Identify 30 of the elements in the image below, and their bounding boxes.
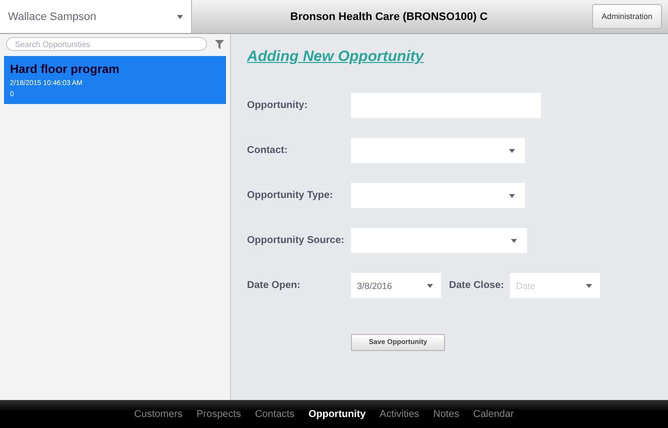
caret-icon <box>427 284 433 288</box>
user-select[interactable]: Wallace Sampson <box>0 0 192 33</box>
tab[interactable]: Contacts <box>254 408 294 420</box>
caret-icon <box>509 194 515 198</box>
tab[interactable]: Opportunity <box>308 408 366 420</box>
select-field[interactable] <box>351 183 525 208</box>
field-label: Date Close: <box>449 280 504 291</box>
tab[interactable]: Activities <box>380 408 420 420</box>
form-heading: Adding New Opportunity <box>247 48 426 65</box>
date-field[interactable]: 3/8/2016 <box>351 273 441 298</box>
administration-button[interactable]: Administration <box>592 4 662 29</box>
select-field[interactable] <box>351 228 527 253</box>
field-label: Contact: <box>247 145 289 156</box>
field-label: Opportunity Type: <box>247 190 334 201</box>
text-field[interactable] <box>351 93 541 118</box>
window-title: Bronson Health Care (BRONSO100) C <box>289 10 489 22</box>
field-label: Opportunity Source: <box>247 235 346 246</box>
tab[interactable]: Customers <box>134 408 183 420</box>
caret-icon <box>586 284 592 288</box>
search-field[interactable]: Search Opportunities <box>6 37 207 51</box>
caret-icon <box>509 148 515 152</box>
caret-icon <box>177 14 183 18</box>
field-label: Date Open: <box>247 280 302 291</box>
tab[interactable]: Notes <box>433 408 460 420</box>
tab[interactable]: Prospects <box>196 408 241 420</box>
filter-icon[interactable] <box>215 40 224 48</box>
tab[interactable]: Calendar <box>473 408 514 420</box>
select-field[interactable] <box>351 138 525 163</box>
field-label: Opportunity: <box>247 100 309 111</box>
caret-icon <box>511 238 517 242</box>
